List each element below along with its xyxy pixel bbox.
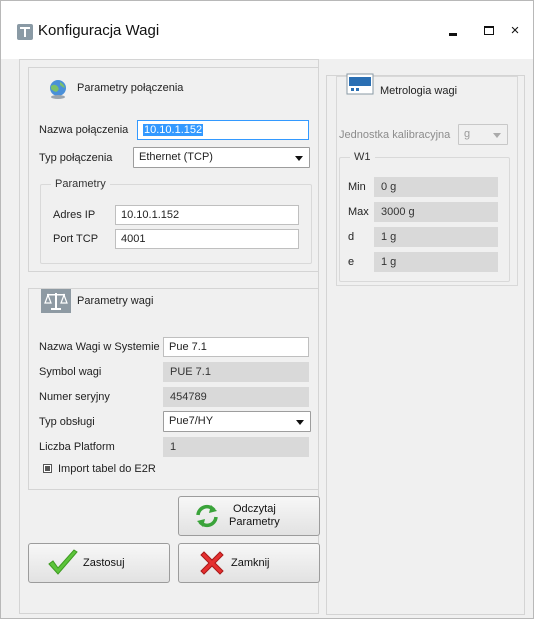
close-button[interactable]: Zamknij bbox=[178, 543, 320, 583]
import-tables-label: Import tabel do E2R bbox=[58, 463, 156, 475]
system-name-label: Nazwa Wagi w Systemie bbox=[39, 341, 160, 353]
metrology-max-value: 3000 g bbox=[374, 202, 498, 222]
window-title: Konfiguracja Wagi bbox=[38, 22, 160, 39]
read-parameters-label-1: Odczytaj bbox=[232, 503, 276, 515]
balance-scale-icon bbox=[41, 289, 71, 313]
red-x-icon bbox=[197, 548, 227, 578]
serial-number-value: 454789 bbox=[163, 387, 309, 407]
connection-type-select[interactable]: Ethernet (TCP) bbox=[133, 147, 310, 168]
service-type-value: Pue7/HY bbox=[169, 415, 214, 427]
connection-section: Parametry połączenia Nazwa połączenia 10… bbox=[28, 67, 319, 272]
connection-name-input[interactable]: 10.10.1.152 bbox=[137, 120, 309, 140]
ip-address-input[interactable]: 10.10.1.152 bbox=[115, 205, 299, 225]
connection-params-title: Parametry bbox=[51, 178, 110, 190]
import-tables-checkbox[interactable] bbox=[43, 464, 52, 473]
scale-app-icon bbox=[17, 24, 33, 40]
system-name-input[interactable]: Pue 7.1 bbox=[163, 337, 309, 357]
connection-section-title: Parametry połączenia bbox=[77, 82, 184, 94]
apply-label: Zastosuj bbox=[83, 557, 125, 569]
close-label: Zamknij bbox=[231, 557, 270, 569]
chevron-down-icon bbox=[493, 133, 501, 138]
scale-symbol-value: PUE 7.1 bbox=[163, 362, 309, 382]
refresh-icon bbox=[193, 502, 221, 530]
chevron-down-icon bbox=[295, 156, 303, 161]
calibration-unit-select[interactable]: g bbox=[458, 124, 508, 145]
maximize-icon bbox=[484, 25, 494, 35]
metrology-section-title: Metrologia wagi bbox=[380, 85, 458, 97]
calibration-unit-label: Jednostka kalibracyjna bbox=[339, 129, 451, 141]
metrology-max-label: Max bbox=[348, 206, 369, 218]
scale-display-icon bbox=[346, 71, 376, 97]
tcp-port-input[interactable]: 4001 bbox=[115, 229, 299, 249]
connection-name-label: Nazwa połączenia bbox=[39, 124, 129, 136]
calibration-unit-value: g bbox=[464, 128, 471, 140]
read-parameters-label-2: Parametry bbox=[229, 516, 280, 528]
metrology-d-value: 1 g bbox=[374, 227, 498, 247]
metrology-min-value: 0 g bbox=[374, 177, 498, 197]
metrology-e-label: e bbox=[348, 256, 355, 268]
connection-name-value: 10.10.1.152 bbox=[143, 124, 204, 136]
platform-count-label: Liczba Platform bbox=[39, 441, 115, 453]
ip-address-label: Adres IP bbox=[53, 209, 96, 221]
connection-type-value: Ethernet (TCP) bbox=[139, 151, 213, 163]
config-window: Konfiguracja Wagi × Parametry połączenia… bbox=[0, 0, 534, 619]
serial-number-label: Numer seryjny bbox=[39, 391, 110, 403]
service-type-select[interactable]: Pue7/HY bbox=[163, 411, 311, 432]
close-window-button[interactable]: × bbox=[499, 13, 531, 47]
metrology-d-label: d bbox=[348, 231, 355, 243]
service-type-label: Typ obsługi bbox=[39, 416, 95, 428]
globe-icon bbox=[47, 78, 69, 100]
read-parameters-button[interactable]: Odczytaj Parametry bbox=[178, 496, 320, 536]
close-icon: × bbox=[510, 21, 520, 39]
metrology-min-label: Min bbox=[348, 181, 366, 193]
metrology-panel: Metrologia wagi Jednostka kalibracyjna g… bbox=[326, 73, 525, 615]
scale-section-title: Parametry wagi bbox=[77, 295, 154, 307]
connection-params-group: Parametry Adres IP 10.10.1.152 Port TCP … bbox=[40, 178, 312, 264]
scale-section: Parametry wagi Nazwa Wagi w Systemie Pue… bbox=[28, 288, 319, 490]
platform-count-value: 1 bbox=[163, 437, 309, 457]
w1-group: W1 Min 0 g Max 3000 g d 1 g e 1 g bbox=[339, 151, 510, 282]
checkmark-icon bbox=[47, 549, 79, 577]
w1-group-title: W1 bbox=[350, 151, 375, 163]
tcp-port-label: Port TCP bbox=[53, 233, 99, 245]
apply-button[interactable]: Zastosuj bbox=[28, 543, 170, 583]
chevron-down-icon bbox=[296, 420, 304, 425]
metrology-e-value: 1 g bbox=[374, 252, 498, 272]
scale-symbol-label: Symbol wagi bbox=[39, 366, 102, 378]
metrology-section: Metrologia wagi Jednostka kalibracyjna g… bbox=[336, 73, 518, 286]
minimize-icon bbox=[449, 32, 457, 36]
title-bar: Konfiguracja Wagi × bbox=[1, 1, 533, 59]
connection-type-label: Typ połączenia bbox=[39, 152, 113, 164]
